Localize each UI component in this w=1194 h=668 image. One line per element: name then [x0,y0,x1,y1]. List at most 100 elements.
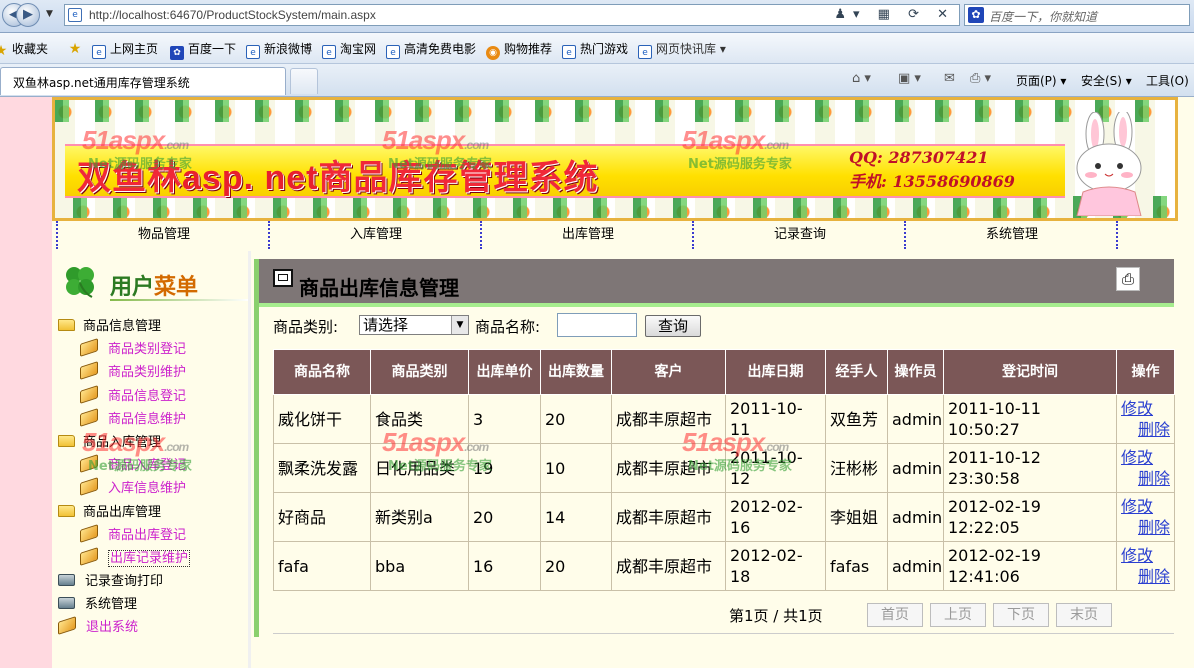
book-icon [80,454,98,474]
cell-handler: 李姐姐 [825,492,888,542]
tab-row: 双鱼林asp.net通用库存管理系统 ⌂ ▾ ▣ ▾ ✉ ⎙ ▾ 页面(P) ▾… [0,64,1194,97]
cell-date: 2011-10-12 [725,443,826,493]
cell-category: 日化用品类 [370,443,469,493]
menu-item-logout[interactable]: 退出系统 [58,616,246,639]
table-row: fafa bba 16 20 成都丰原超市 2012-02-18 fafas a… [273,541,1175,591]
url-box[interactable]: e http://localhost:64670/ProductStockSys… [64,4,960,26]
edit-link[interactable]: 修改 [1121,398,1170,419]
category-select[interactable]: 请选择 ▼ [359,315,469,335]
cell-handler: fafas [825,541,888,591]
feeds-icon[interactable]: ▣ ▾ [898,71,921,86]
table-row: 威化饼干 食品类 3 20 成都丰原超市 2011-10-11 双鱼芳 admi… [273,394,1175,444]
page-icon: e [68,8,82,22]
forward-arrow-icon: ▶ [23,7,33,22]
search-placeholder[interactable]: 百度一下，你就知道 [989,8,1097,25]
menu-group-stock-out[interactable]: 商品出库管理 [58,501,246,524]
menu-item-category-maintain[interactable]: 商品类别维护 [58,361,246,384]
menu-underline [110,299,248,301]
mail-icon[interactable]: ✉ [944,71,955,86]
browser-tab[interactable]: 双鱼林asp.net通用库存管理系统 [0,67,286,95]
fav-link-1[interactable]: ✿ 百度一下 [170,40,236,60]
fav-link-0[interactable]: e 上网主页 [92,40,158,59]
new-tab-button[interactable] [290,68,318,94]
nav-item-system[interactable]: 系统管理 [904,221,1118,249]
menu-item-stock-out-register[interactable]: 商品出库登记 [58,523,246,547]
cell-price: 3 [468,394,541,444]
top-nav: 物品管理 入库管理 出库管理 记录查询 系统管理 [52,221,1178,251]
url-text[interactable]: http://localhost:64670/ProductStockSyste… [89,8,376,22]
baidu-paw-icon: ✿ [170,46,184,60]
fav-link-5[interactable]: ◉ 购物推荐 [486,40,552,60]
bunny-mascot-icon [1076,112,1142,216]
fav-link-3[interactable]: e 淘宝网 [322,40,376,59]
next-page-button[interactable]: 下页 [993,603,1049,627]
url-action-icons[interactable]: ♟▾ ▦ ⟳ ✕ [834,7,955,22]
edit-link[interactable]: 修改 [1121,447,1170,468]
cell-actions: 修改 删除 [1116,443,1175,493]
add-favorite-icon[interactable]: ★ [68,40,86,56]
favorites-button[interactable]: ★ 收藏夹 [0,40,48,58]
phone-number: 手机: 13558690869 [849,172,1015,191]
fav-link-2[interactable]: e 新浪微博 [246,40,312,59]
cell-category: 新类别a [370,492,469,542]
forward-button[interactable]: ▶ [16,3,40,27]
col-header: 客户 [611,349,726,395]
home-icon[interactable]: ⌂ ▾ [852,71,871,86]
prev-page-button[interactable]: 上页 [930,603,986,627]
browser-address-bar: ◀ ▶ ▼ e http://localhost:64670/ProductSt… [0,0,1194,33]
delete-link[interactable]: 删除 [1121,517,1170,538]
nav-item-stock-in[interactable]: 入库管理 [268,221,482,249]
edit-link[interactable]: 修改 [1121,545,1170,566]
menu-group-stock-in[interactable]: 商品入库管理 [58,431,246,454]
menu-item-stock-out-maintain[interactable]: 出库记录维护 [58,546,246,570]
menu-group-goods-info[interactable]: 商品信息管理 [58,315,246,338]
qq-number: QQ: 287307421 [849,148,989,167]
search-box[interactable]: ✿ 百度一下，你就知道 [964,4,1190,26]
menu-item-goods-register[interactable]: 商品信息登记 [58,384,246,408]
page-menu[interactable]: 页面(P) ▾ [1016,72,1066,89]
first-page-button[interactable]: 首页 [867,603,923,627]
cell-price: 19 [468,443,541,493]
menu-item-stock-in-maintain[interactable]: 入库信息维护 [58,477,246,500]
edit-link[interactable]: 修改 [1121,496,1170,517]
nav-item-stock-out[interactable]: 出库管理 [480,221,694,249]
fav-link-4[interactable]: e 高清免费电影 [386,40,476,59]
nav-item-goods[interactable]: 物品管理 [56,221,270,249]
delete-link[interactable]: 删除 [1121,419,1170,440]
contact-info: QQ: 287307421 手机: 13558690869 [849,146,1049,194]
cell-price: 20 [468,492,541,542]
book-icon [58,616,76,636]
menu-item-category-register[interactable]: 商品类别登记 [58,338,246,361]
menu-item-system-manage[interactable]: 系统管理 [58,593,246,616]
page-title: 商品出库信息管理 [299,276,459,300]
nav-item-records[interactable]: 记录查询 [692,221,906,249]
name-input[interactable] [557,313,637,337]
stock-out-table: 商品名称 商品类别 出库单价 出库数量 客户 出库日期 经手人 操作员 登记时间… [273,349,1175,591]
cell-time: 2012-02-19 12:41:06 [943,541,1117,591]
last-page-button[interactable]: 末页 [1056,603,1112,627]
safety-menu[interactable]: 安全(S) ▾ [1081,72,1132,89]
menu-title: 用户菜单 [110,274,199,300]
menu-item-stock-in-register[interactable]: 商品入库登记 [58,454,246,477]
delete-link[interactable]: 删除 [1121,468,1170,489]
col-header: 操作 [1116,349,1175,395]
delete-link[interactable]: 删除 [1121,566,1170,587]
tools-menu[interactable]: 工具(O) [1146,72,1189,89]
star-icon: ★ [0,43,8,59]
history-dropdown-icon[interactable]: ▼ [46,9,53,19]
chevron-down-icon: ▼ [451,316,468,334]
menu-item-goods-maintain[interactable]: 商品信息维护 [58,407,246,431]
menu-item-record-print[interactable]: 记录查询打印 [58,570,246,593]
cell-date: 2012-02-16 [725,492,826,542]
tab-title: 双鱼林asp.net通用库存管理系统 [13,76,190,90]
printer-icon[interactable]: ⎙ ▾ [970,71,991,86]
fav-link-6[interactable]: e 热门游戏 [562,40,628,59]
col-header: 登记时间 [943,349,1117,395]
panel-header: 商品出库信息管理 ⎙ [259,259,1174,307]
col-header: 操作员 [887,349,944,395]
print-icon[interactable]: ⎙ [1116,267,1140,291]
fav-link-7[interactable]: e 网页快讯库 ▾ [638,40,726,59]
cell-time: 2011-10-11 10:50:27 [943,394,1117,444]
query-button[interactable]: 查询 [645,315,701,337]
cell-operator: admin [887,443,944,493]
